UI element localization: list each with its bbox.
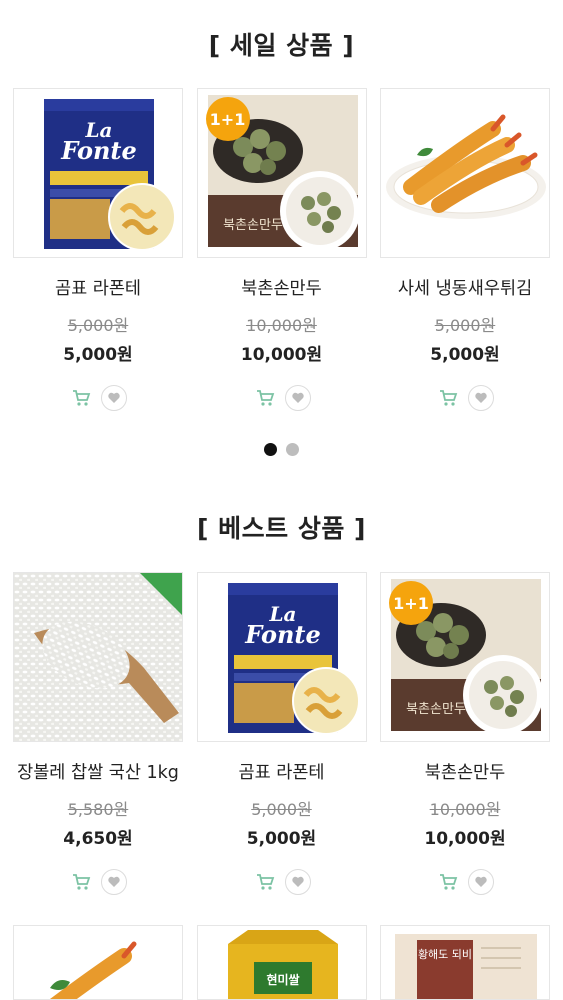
sale-product-grid: La Fonte 곰표 라폰테 5,000원 5,000원 1+1 북촌손만두 … <box>13 88 550 412</box>
cart-icon[interactable] <box>69 870 93 894</box>
product-price: 10,000원 <box>240 345 323 365</box>
product-name[interactable]: 북촌손만두 <box>241 275 322 299</box>
product-original-price: 5,580원 <box>67 800 129 819</box>
product-price: 10,000원 <box>424 829 506 849</box>
cart-icon[interactable] <box>253 386 277 410</box>
best-product-grid: 장볼레 찹쌀 국산 1kg 5,580원 4,650원 La Fonte 곰표 … <box>13 572 550 896</box>
svg-text:Fonte: Fonte <box>60 136 137 165</box>
product-image-pasta[interactable]: La Fonte <box>196 572 367 742</box>
heart-icon[interactable] <box>468 869 494 895</box>
product-card[interactable]: La Fonte 곰표 라폰테 5,000원 5,000원 <box>13 88 183 412</box>
product-price: 5,000원 <box>63 345 133 365</box>
carousel-dot-2[interactable] <box>286 443 299 456</box>
product-actions <box>253 868 311 896</box>
product-card[interactable]: 사세 냉동새우튀김 5,000원 5,000원 <box>380 88 550 412</box>
product-original-price: 5,000원 <box>434 316 496 335</box>
product-actions <box>436 868 494 896</box>
one-plus-one-badge: 1+1 <box>205 97 250 141</box>
product-name[interactable]: 사세 냉동새우튀김 <box>398 275 532 299</box>
product-image-dumplings[interactable]: 1+1 북촌손만두 <box>380 572 550 742</box>
product-card[interactable]: 현미쌀 <box>196 925 367 1000</box>
product-image-brown-rice[interactable]: 현미쌀 <box>196 925 367 1000</box>
product-price: 4,650원 <box>63 829 133 849</box>
product-card[interactable]: 1+1 북촌손만두 북촌손만두 10,000원 10,000원 <box>196 88 367 412</box>
product-actions <box>69 384 127 412</box>
product-price: 5,000원 <box>430 345 500 365</box>
product-actions <box>436 384 494 412</box>
best-product-grid-row-2: 현미쌀 황해도 되비 <box>13 925 550 1000</box>
product-image-fried-shrimp[interactable] <box>13 925 183 1000</box>
product-image-dumplings[interactable]: 1+1 북촌손만두 <box>196 88 367 258</box>
product-actions <box>69 868 127 896</box>
best-section-title: [ 베스트 상품 ] <box>197 514 366 543</box>
heart-icon[interactable] <box>284 385 311 411</box>
cart-icon[interactable] <box>436 386 460 410</box>
heart-icon[interactable] <box>468 385 494 411</box>
svg-text:북촌손만두: 북촌손만두 <box>406 702 466 717</box>
origin-corner-badge <box>140 573 182 615</box>
product-card[interactable]: 장볼레 찹쌀 국산 1kg 5,580원 4,650원 <box>13 572 183 896</box>
carousel-dot-1[interactable] <box>264 443 277 456</box>
product-card[interactable]: La Fonte 곰표 라폰테 5,000원 5,000원 <box>196 572 367 896</box>
carousel-pagination <box>0 443 563 456</box>
product-image-glutinous-rice[interactable] <box>13 572 183 742</box>
heart-icon[interactable] <box>101 869 127 895</box>
one-plus-one-badge: 1+1 <box>389 581 433 625</box>
product-original-price: 10,000원 <box>246 316 317 335</box>
product-original-price: 5,000원 <box>251 800 312 819</box>
svg-text:현미쌀: 현미쌀 <box>266 972 299 987</box>
svg-text:Fonte: Fonte <box>244 620 321 649</box>
product-name[interactable]: 장볼레 찹쌀 국산 1kg <box>17 759 179 783</box>
product-name[interactable]: 곰표 라폰테 <box>238 759 324 783</box>
product-card[interactable] <box>13 925 183 1000</box>
product-card[interactable]: 황해도 되비 <box>380 925 550 1000</box>
svg-text:황해도 되비: 황해도 되비 <box>418 947 472 961</box>
product-image-book[interactable]: 황해도 되비 <box>380 925 550 1000</box>
heart-icon[interactable] <box>101 385 127 411</box>
cart-icon[interactable] <box>436 870 460 894</box>
product-price: 5,000원 <box>246 829 317 849</box>
product-name[interactable]: 곰표 라폰테 <box>55 275 141 299</box>
product-image-fried-shrimp[interactable] <box>380 88 550 258</box>
product-original-price: 5,000원 <box>67 316 129 335</box>
product-name[interactable]: 북촌손만두 <box>425 759 506 783</box>
product-image-pasta[interactable]: La Fonte <box>13 88 183 258</box>
svg-text:북촌손만두: 북촌손만두 <box>223 218 283 233</box>
product-card[interactable]: 1+1 북촌손만두 북촌손만두 10,000원 10,000원 <box>380 572 550 896</box>
product-original-price: 10,000원 <box>429 800 501 819</box>
cart-icon[interactable] <box>69 386 93 410</box>
cart-icon[interactable] <box>253 870 277 894</box>
product-actions <box>253 384 311 412</box>
heart-icon[interactable] <box>284 869 311 895</box>
sale-section-title: [ 세일 상품 ] <box>208 31 355 60</box>
